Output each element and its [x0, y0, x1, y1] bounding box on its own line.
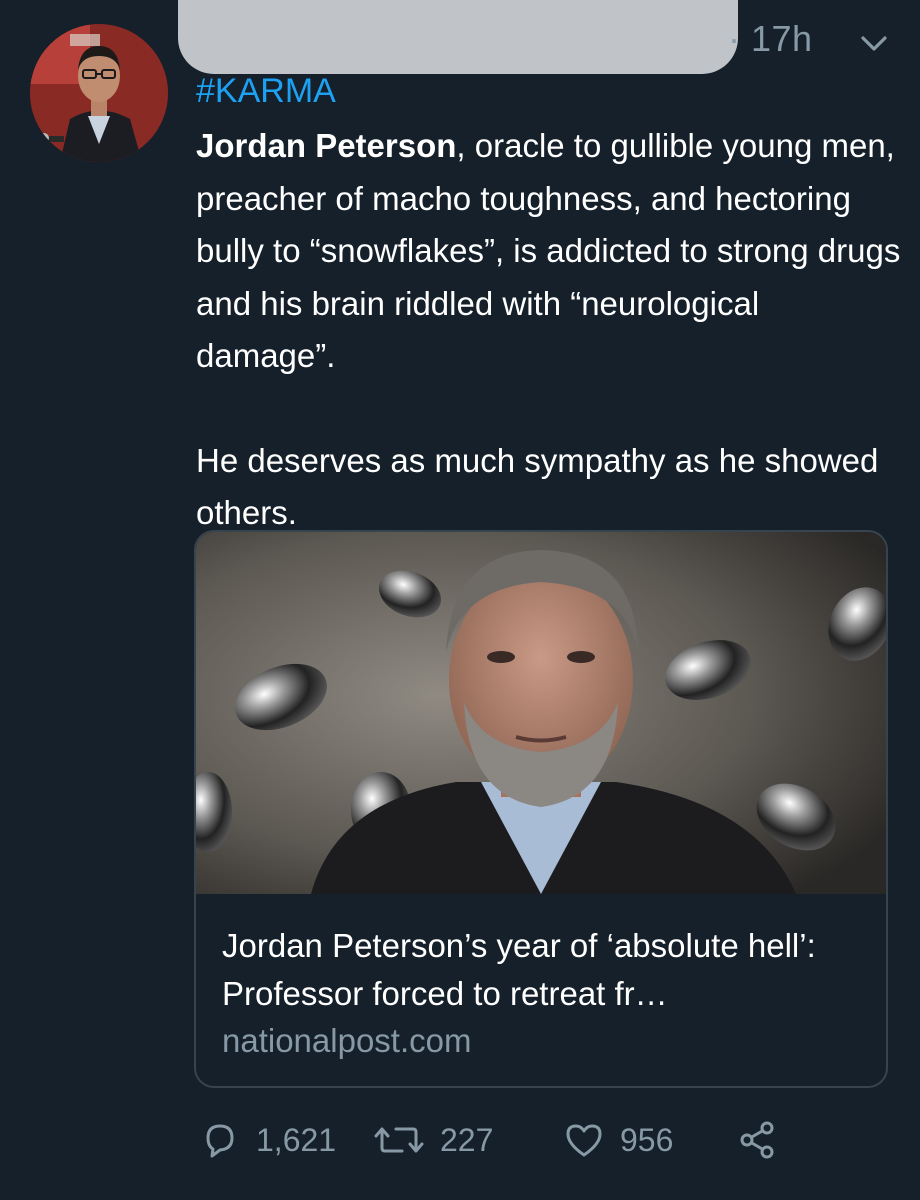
- card-domain: nationalpost.com: [222, 1022, 472, 1059]
- link-card[interactable]: Jordan Peterson’s year of ‘absolute hell…: [194, 530, 888, 1088]
- reply-icon: [206, 1124, 234, 1158]
- reply-count: 1,621: [256, 1121, 337, 1158]
- tweet-text-bold: Jordan Peterson: [196, 127, 457, 164]
- redacted-username: [178, 0, 738, 74]
- reply-button[interactable]: 1,621: [198, 1112, 336, 1168]
- chevron-down-icon[interactable]: [856, 26, 892, 62]
- avatar-image: [30, 24, 168, 162]
- card-image: [196, 532, 886, 894]
- retweet-icon: [374, 1127, 424, 1153]
- like-button[interactable]: 956: [562, 1112, 673, 1168]
- heart-icon: [566, 1124, 602, 1157]
- tweet: · 17h #KARMA Jordan Peterson, oracle to …: [0, 0, 920, 1200]
- tweet-text: Jordan Peterson, oracle to gullible youn…: [196, 120, 906, 540]
- like-count: 956: [620, 1121, 674, 1158]
- tweet-timestamp[interactable]: · 17h: [728, 18, 813, 60]
- retweet-button[interactable]: 227: [372, 1112, 493, 1168]
- action-bar: 1,621 227 956: [0, 1112, 920, 1168]
- share-icon: [740, 1121, 774, 1159]
- retweet-count: 227: [440, 1121, 494, 1158]
- tweet-paragraph-2: He deserves as much sympathy as he showe…: [196, 441, 879, 532]
- card-title[interactable]: Jordan Peterson’s year of ‘absolute hell…: [222, 922, 862, 1018]
- avatar[interactable]: [30, 24, 168, 162]
- hashtag-link[interactable]: #KARMA: [196, 72, 336, 111]
- tweet-text-rest: , oracle to gullible young men, preacher…: [196, 127, 901, 374]
- tweet-paragraph-1: Jordan Peterson, oracle to gullible youn…: [196, 120, 906, 383]
- share-button[interactable]: [736, 1112, 780, 1168]
